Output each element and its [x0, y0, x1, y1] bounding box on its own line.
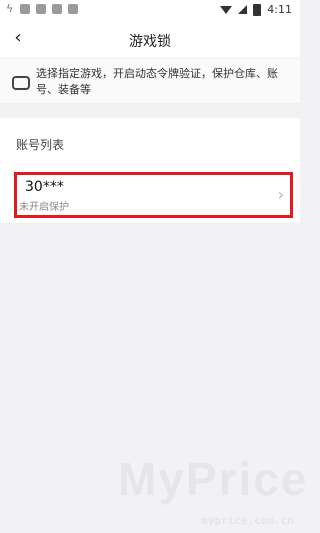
notification-icon: [68, 4, 78, 14]
status-notifications: ϟ: [6, 2, 78, 15]
info-banner: 选择指定游戏，开启动态令牌验证，保护仓库、账号、装备等: [0, 58, 300, 104]
app-header: ‹ 游戏锁: [0, 22, 300, 58]
account-number: 30***: [25, 179, 64, 195]
status-time: 4:11: [267, 3, 292, 16]
battery-icon: [253, 3, 262, 16]
info-text: 选择指定游戏，开启动态令牌验证，保护仓库、账号、装备等: [36, 67, 278, 96]
gamepad-icon: [12, 76, 30, 90]
notification-icon: [20, 4, 30, 14]
watermark-url: myprice.com.cn: [201, 514, 294, 527]
page-title: 游戏锁: [129, 34, 171, 50]
status-system: 4:11: [220, 3, 292, 16]
chevron-right-icon: ›: [277, 185, 284, 204]
notification-icon: [52, 4, 62, 14]
account-list-item[interactable]: 30*** 未开启保护 ›: [14, 172, 293, 218]
notification-icon: [36, 4, 46, 14]
signal-icon: [238, 5, 248, 14]
protection-status: 未开启保护: [19, 202, 69, 213]
wifi-icon: [220, 5, 233, 14]
status-bar: ϟ 4:11: [0, 0, 300, 22]
account-list-title: 账号列表: [16, 138, 65, 152]
watermark-logo: MyPrice: [118, 453, 309, 505]
notification-icon: ϟ: [6, 2, 14, 15]
